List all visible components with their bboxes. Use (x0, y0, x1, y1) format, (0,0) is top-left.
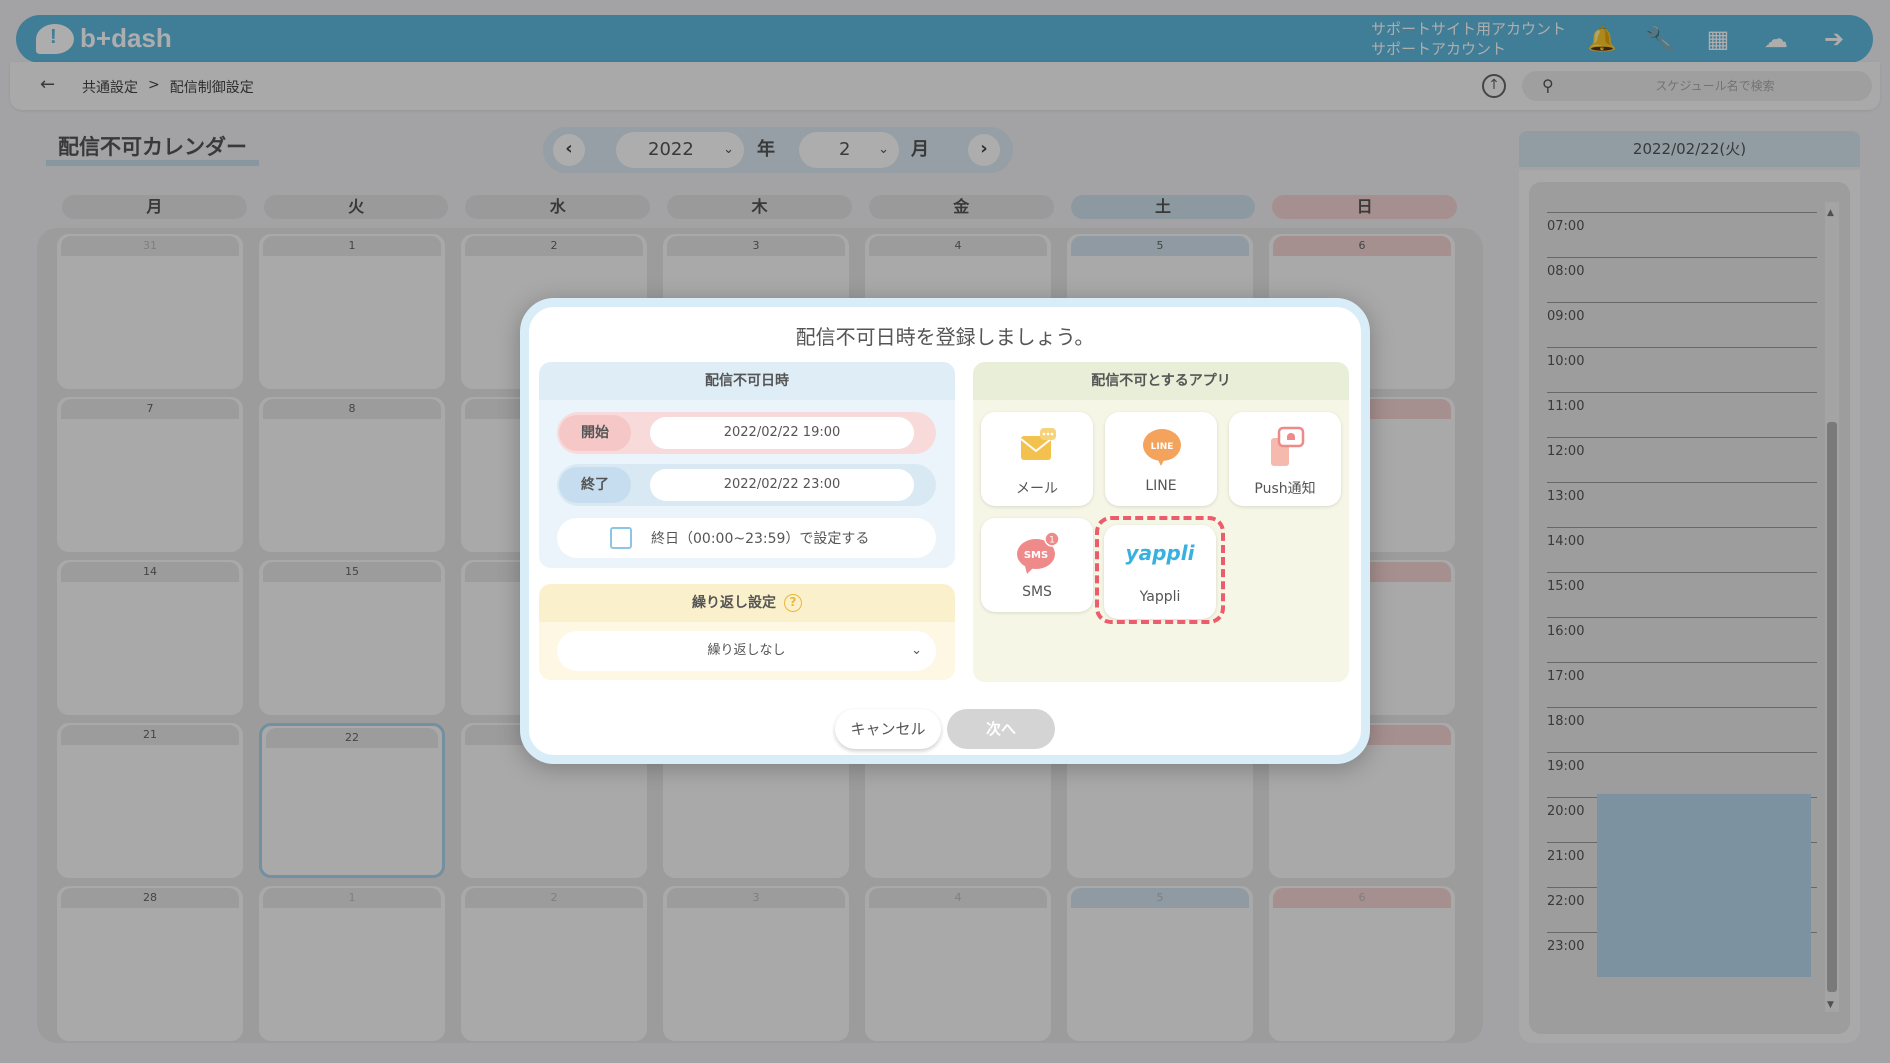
end-label: 終了 (559, 467, 631, 503)
register-modal: 配信不可日時を登録しましょう。 配信不可日時 開始 2022/02/22 19:… (520, 298, 1370, 764)
line-icon-text: LINE (1151, 442, 1174, 452)
allday-label: 終日（00:00~23:59）で設定する (651, 531, 870, 547)
datetime-column: 配信不可日時 開始 2022/02/22 19:00 終了 2022/02/22… (539, 362, 955, 680)
app-label-push: Push通知 (1254, 481, 1316, 497)
apps-body: メール LINE LINE Push通知 SMS 1 SMS yappli Ya… (973, 400, 1349, 682)
repeat-header: 繰り返し設定? (539, 584, 955, 622)
cancel-button[interactable]: キャンセル (835, 709, 941, 749)
app-label-sms: SMS (1022, 584, 1052, 600)
start-label: 開始 (559, 415, 631, 451)
sms-icon-text: SMS (1024, 550, 1048, 561)
allday-checkbox[interactable] (610, 527, 632, 549)
datetime-header: 配信不可日時 (539, 362, 955, 400)
app-card-push[interactable]: Push通知 (1229, 412, 1341, 506)
modal-footer: キャンセル 次へ (529, 709, 1361, 749)
app-card-line[interactable]: LINE LINE (1105, 412, 1217, 506)
help-icon[interactable]: ? (784, 594, 802, 612)
push-notification-icon (1271, 426, 1305, 466)
datetime-body: 開始 2022/02/22 19:00 終了 2022/02/22 23:00 … (539, 400, 955, 568)
mail-icon (1020, 428, 1056, 460)
app-card-mail[interactable]: メール (981, 412, 1093, 506)
end-datetime-input[interactable]: 2022/02/22 23:00 (650, 469, 914, 501)
chevron-down-icon: ⌄ (911, 643, 922, 658)
repeat-select[interactable]: 繰り返しなし ⌄ (557, 631, 936, 671)
app-label-line: LINE (1145, 478, 1177, 494)
start-time-row: 開始 2022/02/22 19:00 (557, 412, 936, 454)
allday-option[interactable]: 終日（00:00~23:59）で設定する (557, 518, 936, 558)
next-button[interactable]: 次へ (947, 709, 1055, 749)
repeat-value: 繰り返しなし (707, 643, 786, 658)
app-card-sms[interactable]: SMS 1 SMS (981, 518, 1093, 612)
apps-column: 配信不可とするアプリ メール LINE LINE Push通知 SMS 1 SM… (973, 362, 1349, 682)
start-datetime-input[interactable]: 2022/02/22 19:00 (650, 417, 914, 449)
yappli-highlight-frame (1095, 516, 1225, 624)
line-icon: LINE (1143, 429, 1181, 466)
sms-badge: 1 (1049, 536, 1055, 546)
sms-icon: SMS 1 (1017, 531, 1060, 574)
modal-title: 配信不可日時を登録しましょう。 (795, 325, 1095, 349)
end-time-row: 終了 2022/02/22 23:00 (557, 464, 936, 506)
app-label-mail: メール (1016, 481, 1058, 497)
apps-header: 配信不可とするアプリ (973, 362, 1349, 400)
repeat-header-label: 繰り返し設定 (692, 595, 776, 611)
repeat-body: 繰り返しなし ⌄ (539, 622, 955, 680)
